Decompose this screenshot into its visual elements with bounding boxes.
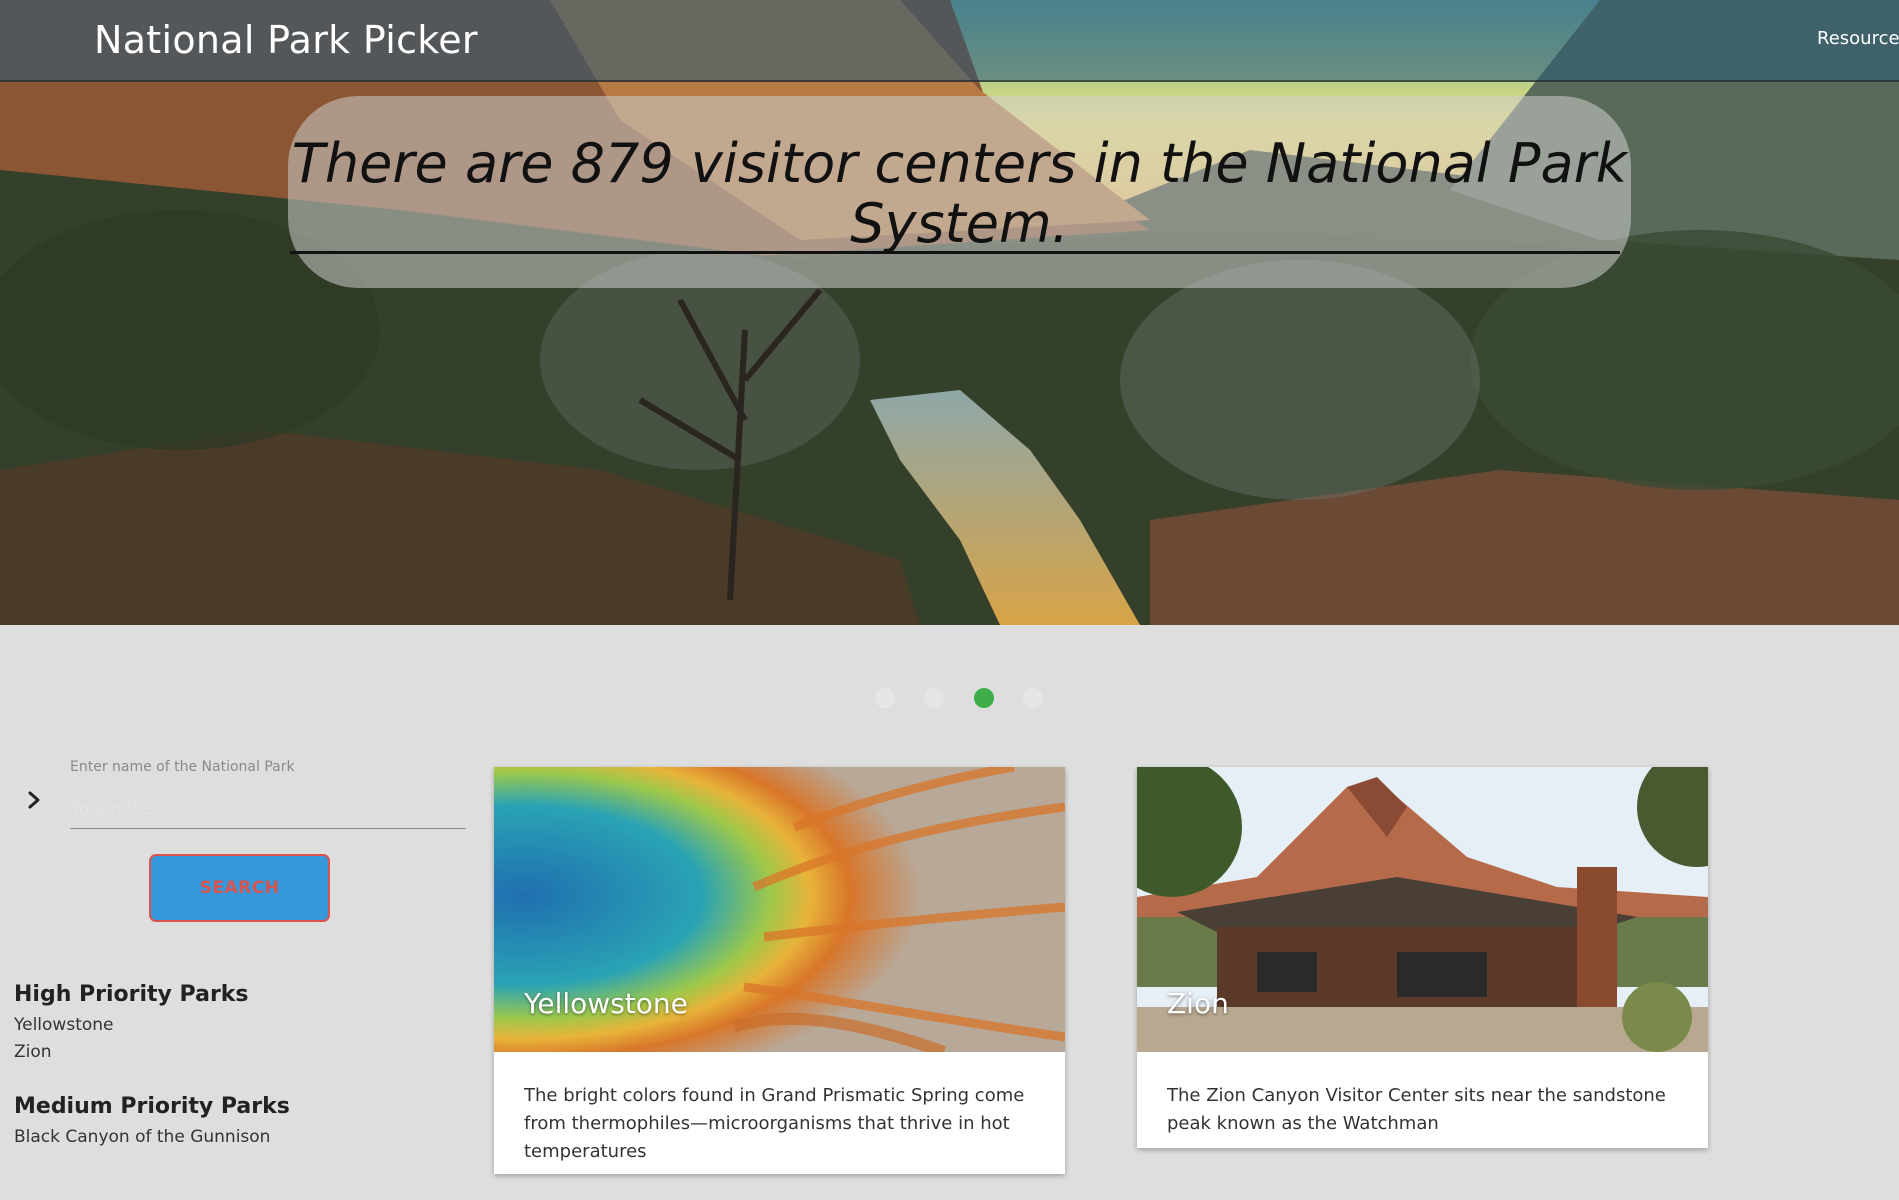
medium-priority-heading: Medium Priority Parks [14,1094,290,1119]
site-brand[interactable]: National Park Picker [94,18,478,62]
fact-text: There are 879 visitor centers in the Nat… [291,132,1628,255]
high-priority-heading: High Priority Parks [14,982,249,1007]
nav-link-resources[interactable]: Resources [1817,28,1899,49]
card-title: Yellowstone [524,987,688,1020]
carousel-dot-1[interactable] [875,688,895,708]
fact-underline [290,251,1620,254]
card-description: The Zion Canyon Visitor Center sits near… [1167,1085,1666,1134]
search-button[interactable]: SEARCH [149,854,330,922]
card-image-yellowstone: Yellowstone [494,767,1065,1052]
card-image-zion: Zion [1137,767,1708,1052]
carousel-dot-2[interactable] [924,688,944,708]
card-title: Zion [1167,987,1229,1020]
park-card-yellowstone[interactable]: Yellowstone The bright colors found in G… [494,767,1065,1174]
chevron-right-icon [28,791,40,809]
high-priority-item[interactable]: Yellowstone [14,1015,114,1035]
canyon-landscape-image [0,0,1899,625]
search-label: Enter name of the National Park [70,759,295,775]
hero-banner: National Park Picker Resources There are… [0,0,1899,625]
fact-banner: There are 879 visitor centers in the Nat… [288,96,1631,288]
top-navbar: National Park Picker Resources [0,0,1899,82]
high-priority-item[interactable]: Zion [14,1042,52,1062]
carousel-dot-4[interactable] [1023,688,1043,708]
medium-priority-item[interactable]: Black Canyon of the Gunnison [14,1127,270,1147]
park-search-input[interactable] [70,788,466,829]
card-description: The bright colors found in Grand Prismat… [524,1085,1025,1162]
park-card-zion[interactable]: Zion The Zion Canyon Visitor Center sits… [1137,767,1708,1148]
carousel-dot-3[interactable] [974,688,994,708]
